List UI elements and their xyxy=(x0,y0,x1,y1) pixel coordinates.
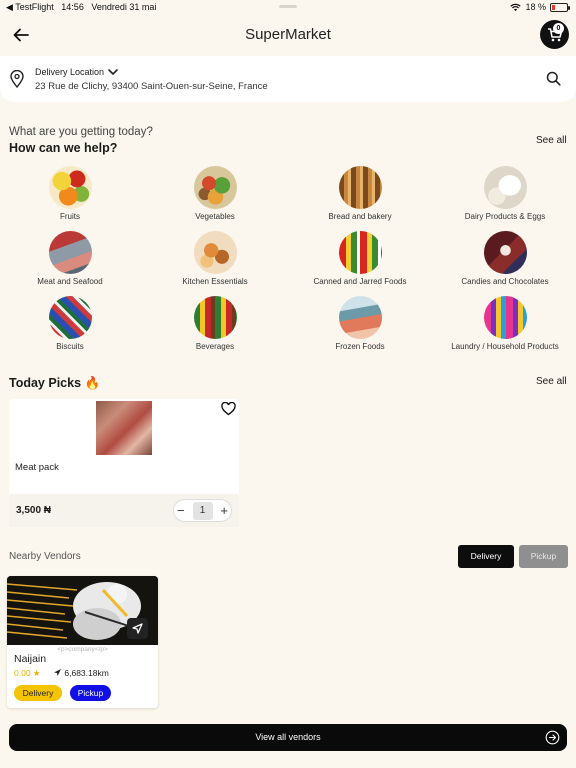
category-label: Frozen Foods xyxy=(335,342,385,351)
cart-count-badge: 0 xyxy=(553,23,564,34)
vendor-directions-button[interactable] xyxy=(127,618,148,639)
status-date: Vendredi 31 mai xyxy=(91,2,157,12)
category-label: Dairy Products & Eggs xyxy=(464,212,546,221)
product-name: Meat pack xyxy=(15,462,59,473)
category-canned-and-jarred-foods[interactable]: Canned and Jarred Foods xyxy=(290,231,430,286)
today-picks-see-all-link[interactable]: See all xyxy=(536,376,567,387)
vendor-company-placeholder: <p>company</p> xyxy=(57,646,108,653)
beverages-image xyxy=(193,296,237,339)
multitask-grabber xyxy=(279,5,297,8)
category-label: Beverages xyxy=(195,342,235,351)
category-dairy-products-eggs[interactable]: Dairy Products & Eggs xyxy=(435,166,575,221)
category-fruits[interactable]: Fruits xyxy=(0,166,140,221)
bread-image xyxy=(338,166,382,209)
battery-percent: 18 % xyxy=(525,2,546,12)
meat-pack-image xyxy=(96,401,152,455)
filter-pickup-button[interactable]: Pickup xyxy=(519,545,568,568)
frozen-foods-image xyxy=(338,296,382,339)
vendor-name: Naijain xyxy=(14,653,47,665)
delivery-address: 23 Rue de Clichy, 93400 Saint-Ouen-sur-S… xyxy=(35,81,268,92)
vendor-rating: 0.00 ★ xyxy=(14,668,41,678)
status-left: ◀ TestFlight 14:56 Vendredi 31 mai xyxy=(6,2,156,13)
category-label: Bread and bakery xyxy=(328,212,392,221)
vendor-pickup-tag: Pickup xyxy=(70,685,111,701)
battery-icon xyxy=(550,2,570,12)
view-all-vendors-button[interactable]: View all vendors xyxy=(9,724,567,751)
section-heading: How can we help? xyxy=(9,141,118,155)
category-frozen-foods[interactable]: Frozen Foods xyxy=(290,296,430,351)
chevron-down-icon[interactable] xyxy=(107,66,119,78)
categories-see-all-link[interactable]: See all xyxy=(536,135,567,146)
delivery-location-card: Delivery Location 23 Rue de Clichy, 9340… xyxy=(0,56,576,102)
fruits-image xyxy=(48,166,92,209)
search-icon[interactable] xyxy=(546,71,561,86)
nearby-vendors-title: Nearby Vendors xyxy=(9,551,81,562)
category-label: Laundry / Household Products xyxy=(451,342,559,351)
testflight-back[interactable]: ◀ TestFlight xyxy=(6,2,54,12)
category-label: Vegetables xyxy=(195,212,235,221)
vegetables-image xyxy=(193,166,237,209)
quantity-value: 1 xyxy=(192,501,213,520)
category-label: Candies and Chocolates xyxy=(461,277,549,286)
heart-icon[interactable] xyxy=(221,402,236,416)
category-vegetables[interactable]: Vegetables xyxy=(145,166,285,221)
section-question: What are you getting today? xyxy=(9,126,153,138)
category-label: Canned and Jarred Foods xyxy=(313,277,407,286)
vendor-distance: 6,683.18km xyxy=(53,668,109,678)
category-bread-and-bakery[interactable]: Bread and bakery xyxy=(290,166,430,221)
vendor-delivery-tag: Delivery xyxy=(14,685,62,701)
filter-delivery-button[interactable]: Delivery xyxy=(458,545,514,568)
dairy-image xyxy=(483,166,527,209)
status-right: 18 % xyxy=(510,2,570,12)
product-price: 3,500 ₦ xyxy=(16,505,52,516)
canned-foods-image xyxy=(338,231,382,274)
cart-button[interactable]: 0 xyxy=(540,20,569,49)
status-bar: ◀ TestFlight 14:56 Vendredi 31 mai 18 % xyxy=(0,0,576,16)
category-biscuits[interactable]: Biscuits xyxy=(0,296,140,351)
biscuits-image xyxy=(48,296,92,339)
category-label: Meat and Seafood xyxy=(37,277,103,286)
location-arrow-icon xyxy=(54,669,61,676)
category-meat-and-seafood[interactable]: Meat and Seafood xyxy=(0,231,140,286)
wifi-icon xyxy=(510,3,522,11)
location-pin-icon xyxy=(10,70,24,88)
candies-image xyxy=(483,231,527,274)
delivery-location-label[interactable]: Delivery Location xyxy=(35,67,104,77)
laundry-image xyxy=(483,296,527,339)
meat-seafood-image xyxy=(48,231,92,274)
navigation-arrow-icon xyxy=(132,623,143,634)
category-label: Fruits xyxy=(60,212,80,221)
status-time: 14:56 xyxy=(61,2,84,12)
category-beverages[interactable]: Beverages xyxy=(145,296,285,351)
category-label: Biscuits xyxy=(56,342,84,351)
quantity-stepper: − 1 + xyxy=(173,499,232,522)
today-picks-title: Today Picks 🔥 xyxy=(9,376,101,390)
arrow-right-circle-icon xyxy=(545,730,560,745)
category-candies-and-chocolates[interactable]: Candies and Chocolates xyxy=(435,231,575,286)
kitchen-essentials-image xyxy=(193,231,237,274)
category-kitchen-essentials[interactable]: Kitchen Essentials xyxy=(145,231,285,286)
category-laundry-household[interactable]: Laundry / Household Products xyxy=(435,296,575,351)
minus-icon[interactable]: − xyxy=(177,503,185,518)
vendor-distance-value: 6,683.18km xyxy=(64,668,109,678)
plus-icon[interactable]: + xyxy=(220,503,228,518)
page-title: SuperMarket xyxy=(245,26,331,43)
category-label: Kitchen Essentials xyxy=(182,277,248,286)
